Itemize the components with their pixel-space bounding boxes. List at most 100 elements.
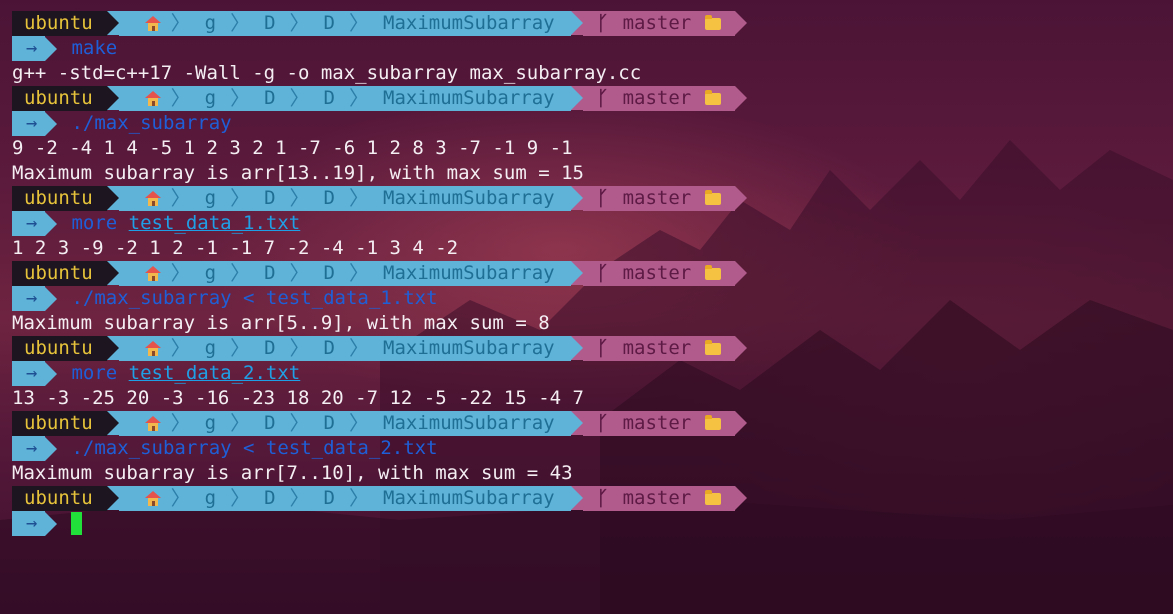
prompt-git: ᚴ master xyxy=(582,11,736,36)
prompt-separator-icon xyxy=(106,261,119,285)
prompt-git: ᚴ master xyxy=(582,486,736,511)
prompt-user: ubuntu xyxy=(12,261,107,286)
chevron-right-icon: 〉 xyxy=(170,486,191,510)
prompt-separator-icon xyxy=(106,186,119,210)
path-segment: D xyxy=(323,487,335,509)
git-branch-name: master xyxy=(622,412,692,434)
path-segment: D xyxy=(264,262,276,284)
chevron-right-icon: 〉 xyxy=(289,186,310,210)
path-segment: D xyxy=(264,487,276,509)
text-cursor[interactable] xyxy=(71,512,83,535)
input-indicator: → xyxy=(12,286,58,311)
output-text: 13 -3 -25 20 -3 -16 -23 18 20 -7 12 -5 -… xyxy=(12,387,584,409)
prompt-user: ubuntu xyxy=(12,186,107,211)
command-text: ./max_subarray xyxy=(71,112,232,134)
folder-icon xyxy=(705,14,722,30)
output-text: Maximum subarray is arr[5..9], with max … xyxy=(12,312,550,334)
git-branch-icon: ᚴ xyxy=(596,86,609,110)
path-segment: MaximumSubarray xyxy=(383,487,555,509)
git-branch-icon: ᚴ xyxy=(596,11,609,35)
prompt-separator-icon xyxy=(735,11,748,35)
chevron-right-icon: 〉 xyxy=(230,411,251,435)
input-arrow-icon: → xyxy=(12,211,46,236)
path-segment: MaximumSubarray xyxy=(383,87,555,109)
path-segment: MaximumSubarray xyxy=(383,187,555,209)
prompt-user: ubuntu xyxy=(12,11,107,36)
terminal-line: ubuntu 〉 g 〉 D 〉 D 〉 MaximumSubarray ᚴ master xyxy=(12,486,1173,511)
home-icon xyxy=(144,266,161,281)
path-segment: D xyxy=(264,337,276,359)
prompt-separator-icon xyxy=(570,11,583,35)
chevron-right-icon: 〉 xyxy=(230,186,251,210)
prompt-user: ubuntu xyxy=(12,411,107,436)
prompt-separator-icon xyxy=(570,411,583,435)
prompt-user: ubuntu xyxy=(12,336,107,361)
prompt-separator-icon xyxy=(570,336,583,360)
home-door xyxy=(151,276,155,281)
prompt: ubuntu 〉 g 〉 D 〉 D 〉 MaximumSubarray ᚴ master xyxy=(12,411,748,436)
path-segment: g xyxy=(204,12,217,34)
home-roof xyxy=(144,266,161,273)
prompt-separator-icon xyxy=(735,261,748,285)
terminal-line: → more test_data_2.txt xyxy=(12,361,1173,386)
terminal-line: → ./max_subarray < test_data_2.txt xyxy=(12,436,1173,461)
chevron-right-icon: 〉 xyxy=(349,186,369,210)
command-text: make xyxy=(71,37,118,59)
prompt-separator-icon xyxy=(45,361,58,386)
prompt-separator-icon xyxy=(106,336,119,360)
prompt-separator-icon xyxy=(106,11,119,35)
input-indicator: → xyxy=(12,111,58,136)
folder-icon xyxy=(705,339,722,355)
prompt-path: 〉 g 〉 D 〉 D 〉 MaximumSubarray xyxy=(118,86,571,111)
command-text: more test_data_2.txt xyxy=(71,362,301,384)
terminal-line: → make xyxy=(12,36,1173,61)
prompt-separator-icon xyxy=(735,336,748,360)
home-door xyxy=(151,501,155,506)
path-segment: D xyxy=(264,87,276,109)
prompt-path: 〉 g 〉 D 〉 D 〉 MaximumSubarray xyxy=(118,411,571,436)
path-segment: MaximumSubarray xyxy=(383,12,555,34)
terminal-line: → xyxy=(12,511,1173,536)
folder-icon xyxy=(705,264,722,280)
input-indicator: → xyxy=(12,361,58,386)
chevron-right-icon: 〉 xyxy=(349,336,369,360)
prompt-git: ᚴ master xyxy=(582,186,736,211)
prompt-separator-icon xyxy=(106,86,119,110)
terminal-line: → ./max_subarray xyxy=(12,111,1173,136)
input-arrow-icon: → xyxy=(12,511,46,536)
home-icon xyxy=(144,91,161,106)
git-branch-icon: ᚴ xyxy=(596,486,609,510)
chevron-right-icon: 〉 xyxy=(170,11,191,35)
output-text: Maximum subarray is arr[13..19], with ma… xyxy=(12,162,584,184)
git-branch-name: master xyxy=(622,87,692,109)
path-segment: D xyxy=(264,412,276,434)
input-arrow-icon: → xyxy=(12,286,46,311)
terminal-output[interactable]: ubuntu 〉 g 〉 D 〉 D 〉 MaximumSubarray ᚴ master → make… xyxy=(12,11,1173,536)
prompt-separator-icon xyxy=(570,486,583,510)
input-indicator: → xyxy=(12,436,58,461)
home-door xyxy=(151,101,155,106)
home-icon xyxy=(144,341,161,356)
command-argument: test_data_1.txt xyxy=(128,212,301,234)
chevron-right-icon: 〉 xyxy=(289,86,310,110)
home-roof xyxy=(144,16,161,23)
input-arrow-icon: → xyxy=(12,436,46,461)
folder-icon xyxy=(705,489,722,505)
terminal-line: 13 -3 -25 20 -3 -16 -23 18 20 -7 12 -5 -… xyxy=(12,386,1173,411)
terminal-line: Maximum subarray is arr[13..19], with ma… xyxy=(12,161,1173,186)
prompt-separator-icon xyxy=(106,486,119,510)
path-segment: D xyxy=(323,262,335,284)
chevron-right-icon: 〉 xyxy=(289,11,310,35)
output-text: g++ -std=c++17 -Wall -g -o max_subarray … xyxy=(12,62,642,84)
prompt-git: ᚴ master xyxy=(582,411,736,436)
chevron-right-icon: 〉 xyxy=(170,261,191,285)
home-roof xyxy=(144,191,161,198)
git-branch-icon: ᚴ xyxy=(596,411,609,435)
prompt-path: 〉 g 〉 D 〉 D 〉 MaximumSubarray xyxy=(118,336,571,361)
chevron-right-icon: 〉 xyxy=(170,86,191,110)
prompt-separator-icon xyxy=(106,411,119,435)
chevron-right-icon: 〉 xyxy=(170,411,191,435)
prompt-separator-icon xyxy=(570,86,583,110)
prompt-separator-icon xyxy=(735,186,748,210)
path-segment: g xyxy=(204,412,217,434)
